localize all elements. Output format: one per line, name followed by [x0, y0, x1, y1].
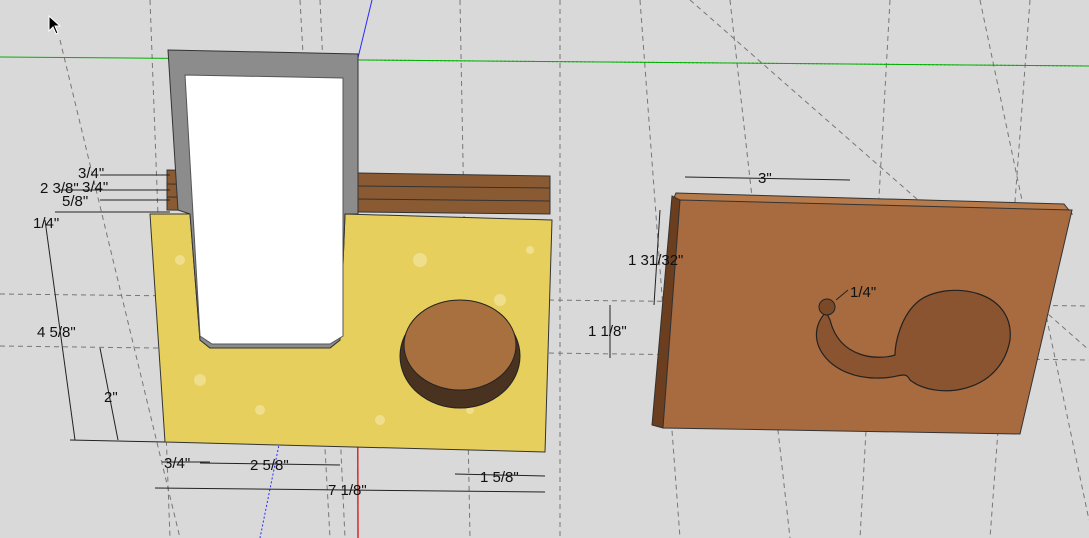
- arrow-cursor-icon: [48, 15, 62, 35]
- dim-label-5-8: 5/8": [62, 193, 88, 210]
- dim-label-7-1-8: 7 1/8": [328, 482, 367, 499]
- pocket-disc: [403, 299, 517, 391]
- modeling-viewport[interactable]: 3/4" 2 3/8" 3/4" 5/8" 1/4" 4 5/8" 2" 3/4…: [0, 0, 1089, 538]
- dim-label-3: 3": [758, 170, 772, 187]
- wood-board-component[interactable]: [651, 192, 1074, 435]
- dim-label-3-4-bottom: 3/4": [164, 455, 190, 472]
- dim-label-1-4-left: 1/4": [33, 215, 59, 232]
- blue-axis: [356, 0, 373, 63]
- dim-label-1-1-8: 1 1/8": [588, 323, 627, 340]
- insert-white-face: [184, 74, 344, 345]
- dim-label-2: 2": [104, 389, 118, 406]
- dim-label-1-5-8: 1 5/8": [480, 469, 519, 486]
- board-face: [662, 199, 1073, 435]
- small-hole: [818, 298, 836, 316]
- dim-label-4-5-8: 4 5/8": [37, 324, 76, 341]
- dim-label-2-5-8: 2 5/8": [250, 457, 289, 474]
- dim-label-1-4-hole: 1/4": [850, 284, 876, 301]
- dim-label-1-31-32: 1 31/32": [628, 252, 683, 269]
